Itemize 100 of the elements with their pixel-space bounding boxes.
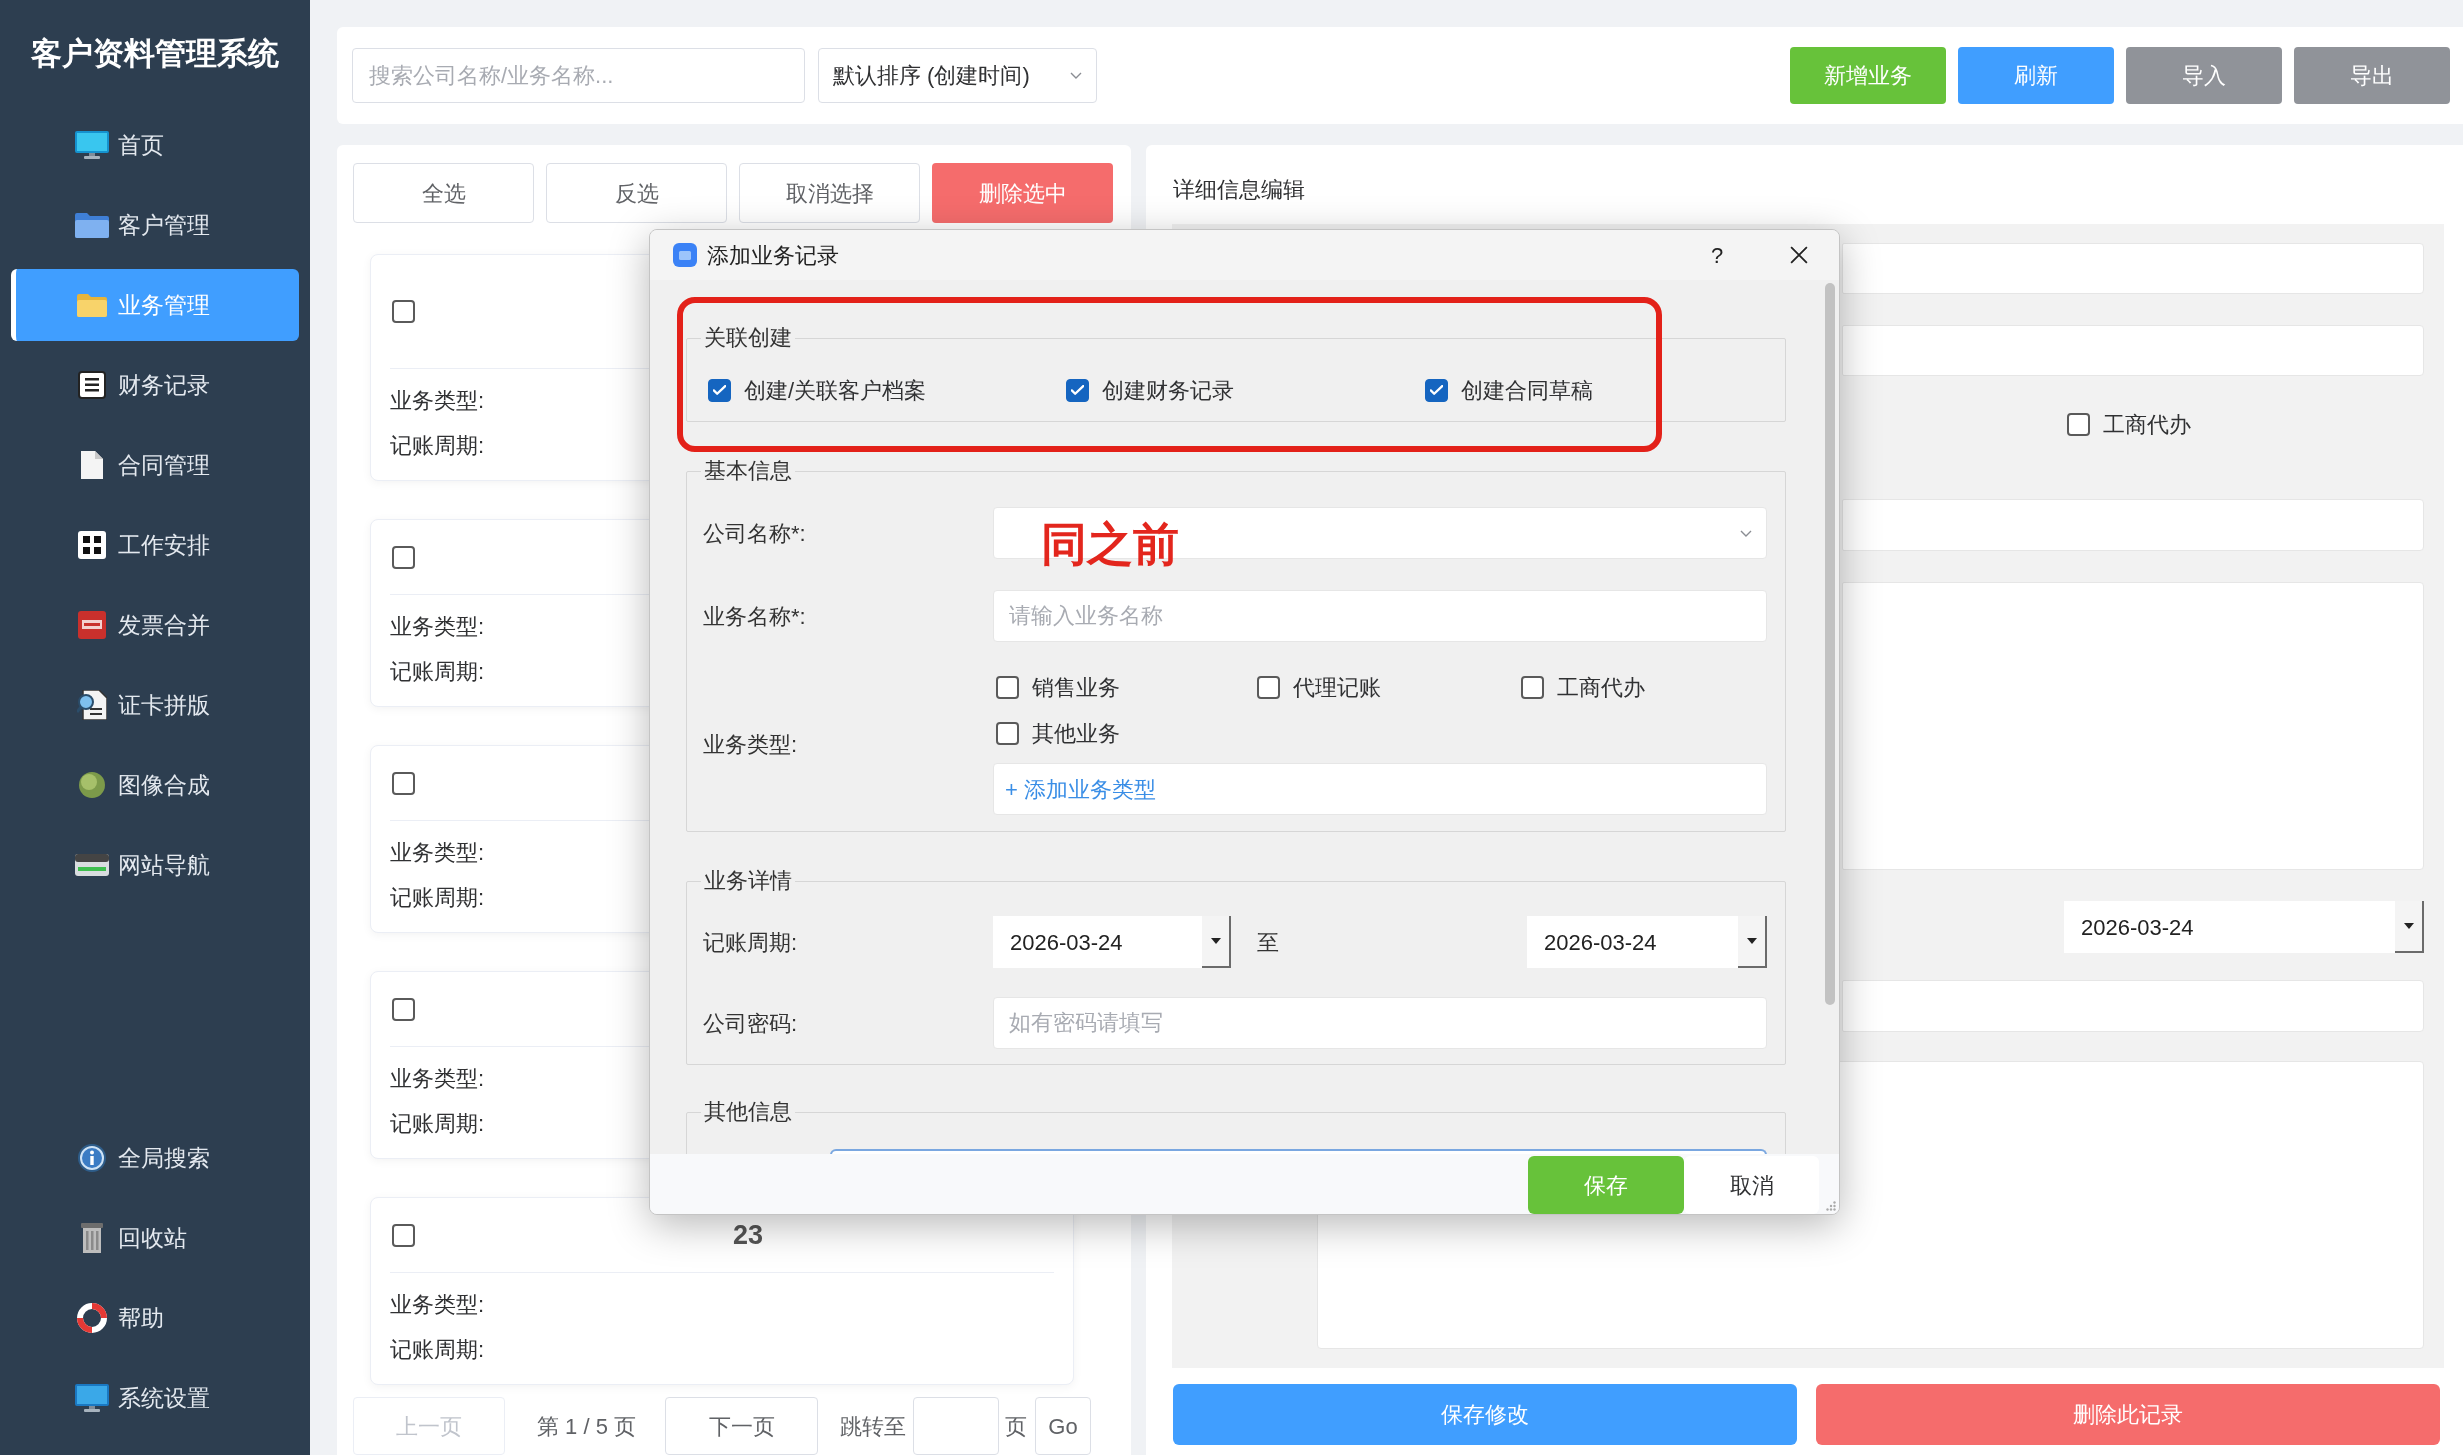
field-label: 记账周期: <box>390 884 485 912</box>
sort-select[interactable]: 默认排序 (创建时间) <box>818 48 1097 103</box>
chevron-down-icon <box>1740 529 1752 537</box>
field-label: 业务类型: <box>390 1291 485 1319</box>
page-info: 第 1 / 5 页 <box>537 1412 637 1441</box>
checkbox[interactable] <box>1521 675 1544 699</box>
sidebar-item[interactable]: 工作安排 <box>11 509 299 581</box>
field-label: 业务类型: <box>390 387 485 415</box>
dropdown-button[interactable] <box>1738 916 1767 968</box>
field-label: 业务类型: <box>390 839 485 867</box>
sidebar-item[interactable]: 回收站 <box>11 1202 299 1274</box>
dialog-title: 添加业务记录 <box>707 241 839 270</box>
group-title: 关联创建 <box>703 324 793 352</box>
jump-label: 跳转至 <box>840 1412 907 1441</box>
page-input[interactable] <box>913 1397 1000 1455</box>
tick-icon <box>1430 385 1443 395</box>
checkbox-label: 代理记账 <box>1293 673 1381 702</box>
field-label: 公司密码: <box>702 1009 799 1038</box>
checkbox[interactable] <box>996 675 1019 699</box>
drive-icon <box>75 854 109 876</box>
grid-icon <box>78 531 106 559</box>
checkbox[interactable] <box>1257 675 1280 699</box>
field-label: 记账周期: <box>390 1110 485 1138</box>
sidebar-item[interactable]: 全局搜索 <box>11 1122 299 1194</box>
action-button[interactable]: 全选 <box>353 163 534 223</box>
record-card[interactable]: 23 业务类型: 记账周期: <box>370 1197 1074 1385</box>
date-field[interactable]: 2026-03-24 <box>2064 901 2424 953</box>
field-label: 记账周期: <box>390 1336 485 1364</box>
dialog-button[interactable]: 取消 <box>1684 1156 1819 1214</box>
sidebar-item[interactable]: 发票合并 <box>11 589 299 661</box>
checkbox[interactable] <box>996 721 1019 745</box>
app-icon <box>673 243 697 267</box>
document-search-icon <box>77 690 107 720</box>
date-field[interactable]: 2026-03-24 <box>1527 916 1767 968</box>
card-title: 23 <box>733 1218 764 1252</box>
field-label: 记账周期: <box>390 658 485 686</box>
field-label: 业务名称*: <box>702 602 807 631</box>
field-label: 业务类型: <box>390 613 485 641</box>
field-label: 记账周期: <box>390 432 485 460</box>
range-separator: 至 <box>1257 928 1279 957</box>
ball-icon <box>79 772 105 798</box>
notes-icon <box>78 371 106 399</box>
trash-icon <box>81 1223 103 1253</box>
app-title: 客户资料管理系统 <box>31 35 279 74</box>
panel-title: 详细信息编辑 <box>1173 176 1305 204</box>
caret-icon <box>1210 938 1221 944</box>
folder-icon <box>75 212 109 238</box>
checkbox-label: 创建/关联客户档案 <box>744 376 927 405</box>
folder-icon <box>77 293 107 317</box>
checkbox-label: 工商代办 <box>2103 410 2191 439</box>
tick-icon <box>1071 385 1084 395</box>
help-button[interactable]: ? <box>1702 235 1732 275</box>
checkbox[interactable] <box>1425 378 1448 402</box>
field-label: 公司名称*: <box>702 519 807 548</box>
checkbox[interactable] <box>392 771 415 795</box>
checkbox[interactable] <box>392 1223 415 1247</box>
go-button[interactable]: Go <box>1035 1397 1092 1455</box>
checkbox-label: 销售业务 <box>1032 673 1120 702</box>
chevron-down-icon <box>1070 72 1082 79</box>
checkbox-label: 创建合同草稿 <box>1461 376 1593 405</box>
close-icon <box>1790 246 1808 264</box>
sidebar-item[interactable]: 图像合成 <box>11 749 299 821</box>
checkbox[interactable] <box>392 545 415 569</box>
caret-icon <box>1746 938 1757 944</box>
next-page-button[interactable]: 下一页 <box>665 1397 819 1455</box>
checkbox[interactable] <box>1066 378 1089 402</box>
checkbox-label: 创建财务记录 <box>1102 376 1234 405</box>
sidebar-item[interactable]: 帮助 <box>11 1282 299 1354</box>
checkbox-label: 其他业务 <box>1032 719 1120 748</box>
field-label: 业务类型: <box>390 1065 485 1093</box>
document-icon <box>81 451 103 479</box>
monitor-icon <box>75 131 109 159</box>
sidebar-item[interactable]: 证卡拼版 <box>11 669 299 741</box>
sidebar-item[interactable]: 客户管理 <box>11 189 299 261</box>
search-field[interactable]: 搜索公司名称/业务名称... <box>352 48 805 103</box>
field-label: 业务类型: <box>702 730 799 759</box>
sidebar-item[interactable]: 首页 <box>11 109 299 181</box>
field-label: 记账周期: <box>702 928 799 957</box>
resize-grip-icon <box>1826 1201 1836 1211</box>
scrollbar[interactable] <box>1825 283 1835 1005</box>
group-title: 其他信息 <box>703 1098 793 1126</box>
sidebar-item[interactable]: 财务记录 <box>11 349 299 421</box>
checkbox[interactable] <box>392 300 415 323</box>
checkbox[interactable] <box>392 997 415 1021</box>
file-icon <box>78 611 106 639</box>
checkbox[interactable] <box>708 378 731 402</box>
annotation-text: 同之前 <box>1041 520 1179 568</box>
sidebar-item[interactable]: 网站导航 <box>11 829 299 901</box>
tick-icon <box>713 385 726 395</box>
sidebar-item[interactable]: 合同管理 <box>11 429 299 501</box>
dropdown-button[interactable] <box>2395 901 2424 953</box>
sidebar-item[interactable]: 系统设置 <box>11 1362 299 1434</box>
dropdown-button[interactable] <box>1202 916 1231 968</box>
action-button[interactable]: 取消选择 <box>739 163 920 223</box>
checkbox[interactable] <box>2067 412 2090 436</box>
action-button[interactable]: 反选 <box>546 163 727 223</box>
lifebuoy-icon <box>77 1303 107 1333</box>
checkbox-label: 工商代办 <box>1557 673 1645 702</box>
date-field[interactable]: 2026-03-24 <box>993 916 1231 968</box>
caret-icon <box>2403 923 2414 929</box>
